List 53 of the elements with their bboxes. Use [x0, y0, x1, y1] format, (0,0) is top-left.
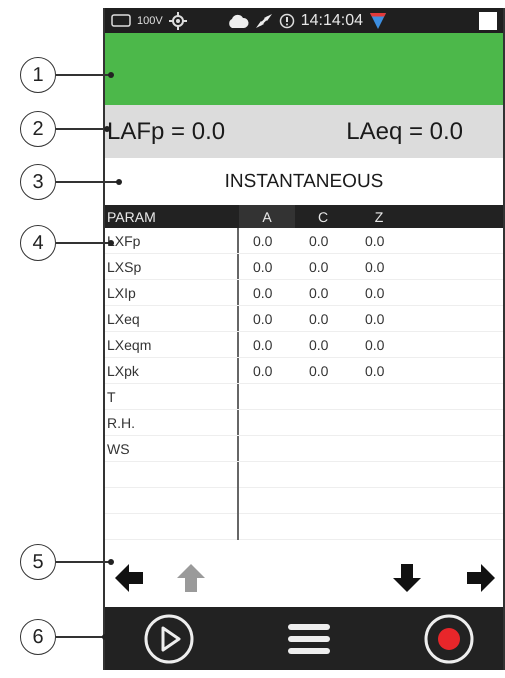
table-cell-text: 0.0: [252, 310, 274, 326]
record-icon[interactable]: [423, 612, 475, 664]
param-cell: LXeqm: [105, 332, 239, 357]
callout-number: 2: [20, 111, 56, 147]
mode-title: INSTANTANEOUS: [224, 170, 384, 192]
table-cell-text: 0.0: [308, 310, 330, 326]
param-cell: LXIp: [105, 280, 239, 305]
callout-number: 5: [20, 544, 56, 580]
table-cell-text: 0.0: [308, 284, 330, 300]
clock-time: 14:14:04: [300, 12, 363, 30]
transfer-icon: [254, 12, 273, 28]
callout-number: 6: [20, 619, 56, 655]
table-cell-text: 0.0: [364, 284, 386, 300]
table-cell-text: 0.0: [308, 336, 330, 352]
table-cell-text: 0.0: [364, 258, 386, 274]
table-cell-text: 0.0: [252, 232, 274, 248]
param-cell: R.H.: [105, 410, 239, 435]
column-header: C: [316, 208, 330, 224]
cloud-icon: [226, 14, 249, 28]
table-cell-text: 0.0: [308, 232, 330, 248]
param-cell: LXpk: [105, 358, 239, 383]
table-cell-text: 0.0: [252, 258, 274, 274]
table-cell-text: 0.0: [308, 258, 330, 274]
readout-value: LAeq = 0.0: [346, 118, 463, 146]
table-cell-text: 0.0: [364, 362, 386, 378]
column-header: Z: [374, 208, 384, 224]
callout-number: 3: [20, 164, 56, 200]
callout-number: 4: [20, 225, 56, 261]
alert-icon: [278, 12, 295, 28]
right-arrow-button[interactable]: [465, 562, 497, 594]
level-triangle-icon: [368, 12, 387, 30]
table-cell-text: 0.0: [252, 284, 274, 300]
param-cell: LXeq: [105, 306, 239, 331]
table-cell-text: 0.0: [252, 362, 274, 378]
menu-icon[interactable]: [287, 622, 331, 656]
column-header: A: [239, 205, 295, 228]
table-cell-text: 0.0: [364, 336, 386, 352]
target-icon: [168, 12, 187, 30]
table-cell-text: 0.0: [364, 310, 386, 326]
callout-number: 1: [20, 57, 56, 93]
battery-icon: [111, 14, 131, 27]
play-icon[interactable]: [143, 612, 195, 664]
table-cell-text: 0.0: [364, 232, 386, 248]
down-arrow-button[interactable]: [391, 562, 423, 594]
table-cell-text: 0.0: [252, 336, 274, 352]
column-header: PARAM: [106, 208, 157, 224]
voltage-text: 100V: [137, 14, 163, 26]
readout-value: LAFp = 0.0: [107, 118, 226, 146]
param-cell: LXSp: [105, 254, 239, 279]
square-icon: [479, 12, 497, 30]
left-arrow-button[interactable]: [113, 562, 145, 594]
param-cell: T: [105, 384, 239, 409]
table-cell-text: 0.0: [308, 362, 330, 378]
